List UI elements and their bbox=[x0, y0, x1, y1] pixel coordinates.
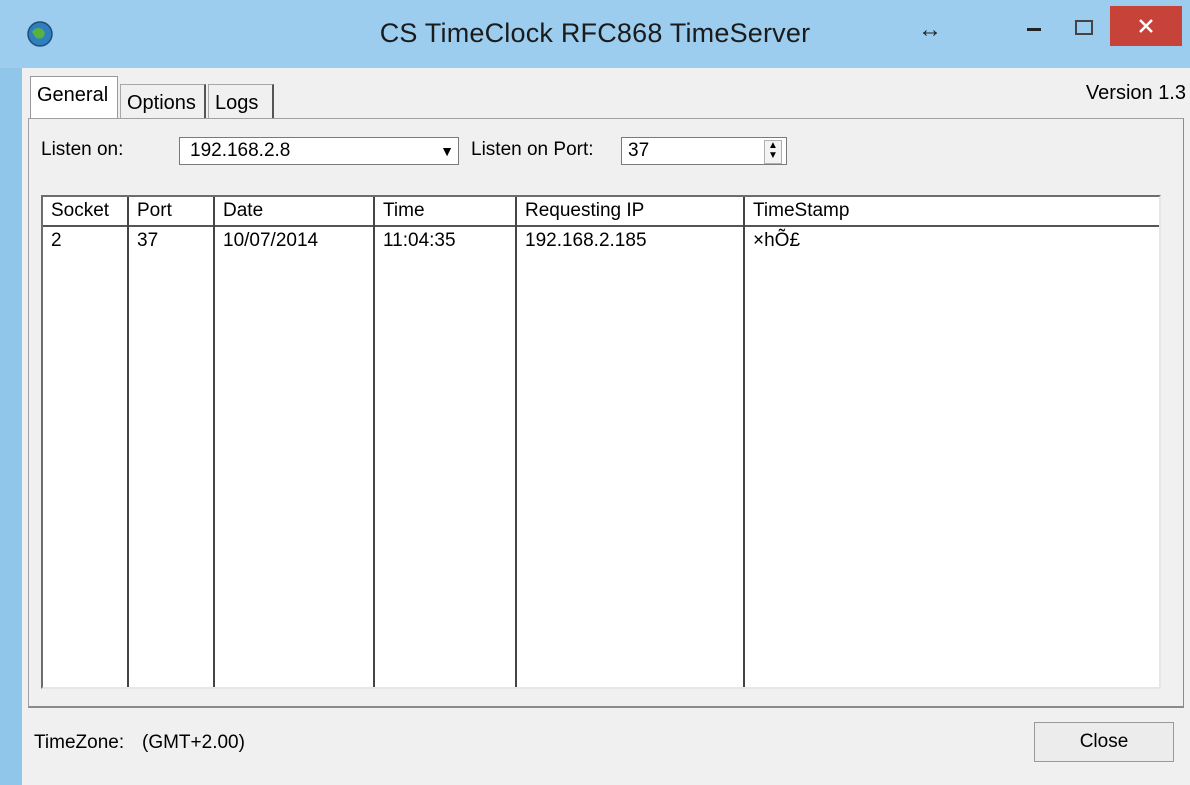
minimize-icon bbox=[1027, 28, 1041, 31]
chevron-down-icon[interactable]: ▼ bbox=[440, 138, 454, 164]
general-panel: Listen on: 192.168.2.8 ▼ Listen on Port:… bbox=[28, 118, 1184, 708]
cell-date: 10/07/2014 bbox=[223, 230, 319, 251]
listen-ip-value: 192.168.2.8 bbox=[190, 140, 291, 161]
timezone-value: (GMT+2.00) bbox=[142, 732, 245, 753]
listen-port-value: 37 bbox=[628, 140, 650, 161]
col-divider bbox=[515, 197, 517, 687]
table-header: Socket Port Date Time Requesting IP Time… bbox=[43, 197, 1159, 227]
version-label: Version 1.3 bbox=[1085, 82, 1186, 104]
cell-port: 37 bbox=[137, 230, 159, 251]
timezone-label: TimeZone: bbox=[34, 732, 125, 753]
listen-port-input[interactable]: 37 ▲ ▼ bbox=[621, 137, 787, 165]
client-area: General Options Logs Version 1.3 Listen … bbox=[22, 68, 1190, 785]
col-header-time[interactable]: Time bbox=[375, 197, 517, 225]
cell-time: 11:04:35 bbox=[383, 230, 456, 251]
col-divider bbox=[127, 197, 129, 687]
maximize-icon bbox=[1075, 20, 1093, 35]
title-bar[interactable]: CS TimeClock RFC868 TimeServer ↔ bbox=[0, 0, 1190, 68]
close-icon bbox=[1139, 19, 1153, 33]
maximize-button[interactable] bbox=[1062, 8, 1106, 48]
col-header-socket[interactable]: Socket bbox=[43, 197, 129, 225]
listen-on-label: Listen on: bbox=[41, 139, 124, 160]
tab-general[interactable]: General bbox=[30, 76, 118, 118]
table-row[interactable]: 2 37 10/07/2014 11:04:35 192.168.2.185 ×… bbox=[43, 227, 1159, 255]
cell-requesting-ip: 192.168.2.185 bbox=[525, 230, 647, 251]
cell-socket: 2 bbox=[51, 230, 62, 251]
col-header-requesting-ip[interactable]: Requesting IP bbox=[517, 197, 745, 225]
resize-icon: ↔ bbox=[918, 16, 942, 43]
listen-port-label: Listen on Port: bbox=[471, 139, 594, 160]
log-table[interactable]: Socket Port Date Time Requesting IP Time… bbox=[41, 195, 1161, 689]
col-divider bbox=[743, 197, 745, 687]
col-header-date[interactable]: Date bbox=[215, 197, 375, 225]
close-window-button[interactable] bbox=[1110, 6, 1182, 46]
tab-logs[interactable]: Logs bbox=[208, 84, 274, 120]
port-spinner[interactable]: ▲ ▼ bbox=[764, 140, 782, 164]
col-header-port[interactable]: Port bbox=[129, 197, 215, 225]
tab-options[interactable]: Options bbox=[120, 84, 206, 120]
listen-ip-select[interactable]: 192.168.2.8 ▼ bbox=[179, 137, 459, 165]
col-divider bbox=[213, 197, 215, 687]
minimize-button[interactable] bbox=[1012, 8, 1056, 48]
close-button[interactable]: Close bbox=[1034, 722, 1174, 762]
col-divider bbox=[373, 197, 375, 687]
spin-down-icon[interactable]: ▼ bbox=[765, 151, 781, 161]
app-window: CS TimeClock RFC868 TimeServer ↔ General… bbox=[0, 0, 1190, 785]
cell-timestamp: ×hÕ£ bbox=[753, 230, 801, 251]
col-header-timestamp[interactable]: TimeStamp bbox=[745, 197, 1145, 225]
